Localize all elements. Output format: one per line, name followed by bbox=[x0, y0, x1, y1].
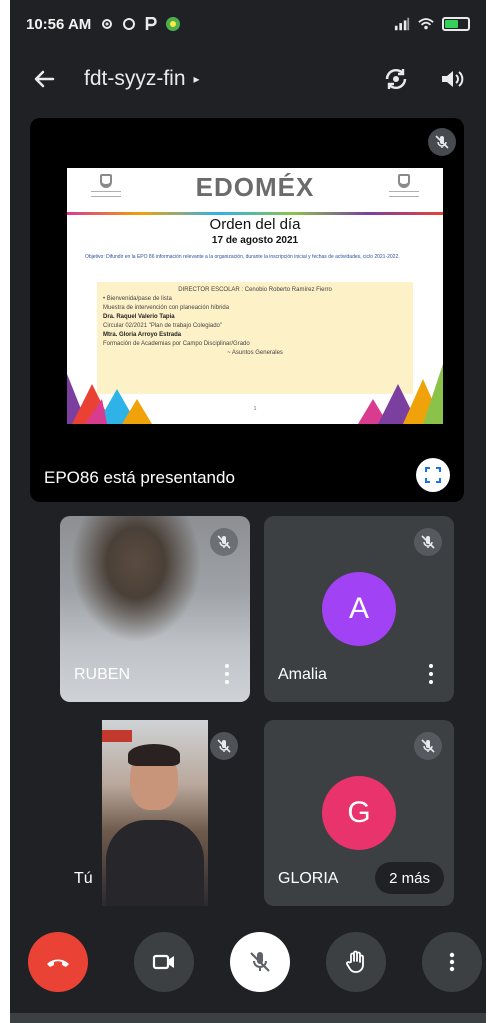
agenda-item: • Bienvenida/pase de lista bbox=[103, 296, 172, 302]
slide-date: 17 de agosto 2021 bbox=[211, 235, 299, 246]
self-video bbox=[102, 720, 208, 906]
agenda-item: Muestra de intervención con planeación h… bbox=[103, 305, 230, 311]
speaker-icon[interactable] bbox=[438, 65, 466, 93]
participant-tile-gloria[interactable]: G GLORIA 2 más bbox=[264, 720, 454, 906]
signal-icon bbox=[394, 16, 410, 32]
more-participants-chip[interactable]: 2 más bbox=[375, 862, 444, 894]
caret-right-icon: ▸ bbox=[193, 72, 200, 86]
mic-off-icon bbox=[414, 732, 442, 760]
shared-slide: EDOMÉX Orden del día 17 de agosto 2021 O… bbox=[67, 168, 443, 424]
status-bar: 10:56 AM bbox=[10, 0, 486, 48]
more-vert-icon[interactable] bbox=[426, 664, 436, 684]
switch-camera-icon[interactable] bbox=[382, 65, 410, 93]
raise-hand-button[interactable] bbox=[326, 932, 386, 992]
mic-off-icon bbox=[210, 732, 238, 760]
header-actions bbox=[382, 65, 466, 93]
battery-icon bbox=[442, 17, 470, 31]
status-right-icons bbox=[394, 16, 470, 32]
more-vert-icon bbox=[449, 952, 455, 972]
color-stripe bbox=[67, 212, 443, 215]
more-options-button[interactable] bbox=[422, 932, 482, 992]
status-app-icons bbox=[99, 16, 181, 32]
mic-off-icon bbox=[210, 528, 238, 556]
decorative-corner-right bbox=[358, 364, 443, 424]
mic-off-icon bbox=[428, 128, 456, 156]
end-call-button[interactable] bbox=[28, 932, 88, 992]
mic-off-icon bbox=[250, 952, 270, 972]
meeting-header: fdt-syyz-fin ▸ bbox=[10, 54, 486, 104]
meet-screen: 10:56 AM fdt-syyz-fin ▸ EDOMÉX Orden del… bbox=[10, 0, 486, 1023]
presenter-label: EPO86 está presentando bbox=[44, 468, 235, 487]
end-call-icon bbox=[47, 959, 69, 967]
fullscreen-icon bbox=[425, 467, 441, 483]
slide-title: Orden del día bbox=[209, 216, 301, 233]
camera-icon bbox=[152, 954, 174, 970]
p-icon bbox=[143, 16, 159, 32]
status-time: 10:56 AM bbox=[26, 15, 92, 33]
agenda-item: Circular 02/2021 "Plan de trabajo Colegi… bbox=[103, 323, 223, 329]
meeting-title-button[interactable]: fdt-syyz-fin ▸ bbox=[84, 67, 200, 91]
fullscreen-button[interactable] bbox=[416, 458, 450, 492]
decorative-corner-left bbox=[67, 374, 152, 424]
participant-tile-self[interactable]: Tú bbox=[60, 720, 250, 906]
agenda-presenter: Dra. Raquel Valerio Tapia bbox=[103, 314, 175, 320]
settings-icon bbox=[99, 16, 115, 32]
system-navigation-bar bbox=[10, 1013, 486, 1023]
mic-off-icon bbox=[414, 528, 442, 556]
raise-hand-icon bbox=[346, 950, 364, 973]
meeting-code: fdt-syyz-fin bbox=[84, 67, 186, 90]
more-vert-icon[interactable] bbox=[222, 664, 232, 684]
avatar: A bbox=[322, 572, 396, 646]
participant-tile-ruben[interactable]: RUBEN bbox=[60, 516, 250, 702]
app-icon bbox=[165, 16, 181, 32]
participant-name: Amalia bbox=[278, 666, 327, 683]
participant-tile-amalia[interactable]: A Amalia bbox=[264, 516, 454, 702]
wifi-icon bbox=[418, 16, 434, 32]
presentation-tile[interactable]: EDOMÉX Orden del día 17 de agosto 2021 O… bbox=[30, 118, 464, 502]
back-arrow-icon[interactable] bbox=[30, 65, 58, 93]
camera-button[interactable] bbox=[134, 932, 194, 992]
call-controls bbox=[10, 932, 486, 996]
agenda-presenter: Mtra. Gloria Arroyo Estrada bbox=[103, 332, 182, 338]
agenda-item: Formación de Academias por Campo Discipl… bbox=[103, 341, 250, 347]
participant-name: Tú bbox=[74, 870, 93, 887]
participant-name: RUBEN bbox=[74, 666, 131, 683]
participant-name: GLORIA bbox=[278, 870, 339, 887]
slide-objective: Objetivo: Difundir en la EPO 86 informac… bbox=[85, 254, 400, 260]
microphone-button[interactable] bbox=[230, 932, 290, 992]
sync-icon bbox=[121, 16, 137, 32]
agenda-heading: DIRECTOR ESCOLAR : Cenobio Roberto Ramír… bbox=[178, 287, 332, 293]
avatar: G bbox=[322, 776, 396, 850]
edomex-logo: EDOMÉX bbox=[195, 172, 315, 202]
